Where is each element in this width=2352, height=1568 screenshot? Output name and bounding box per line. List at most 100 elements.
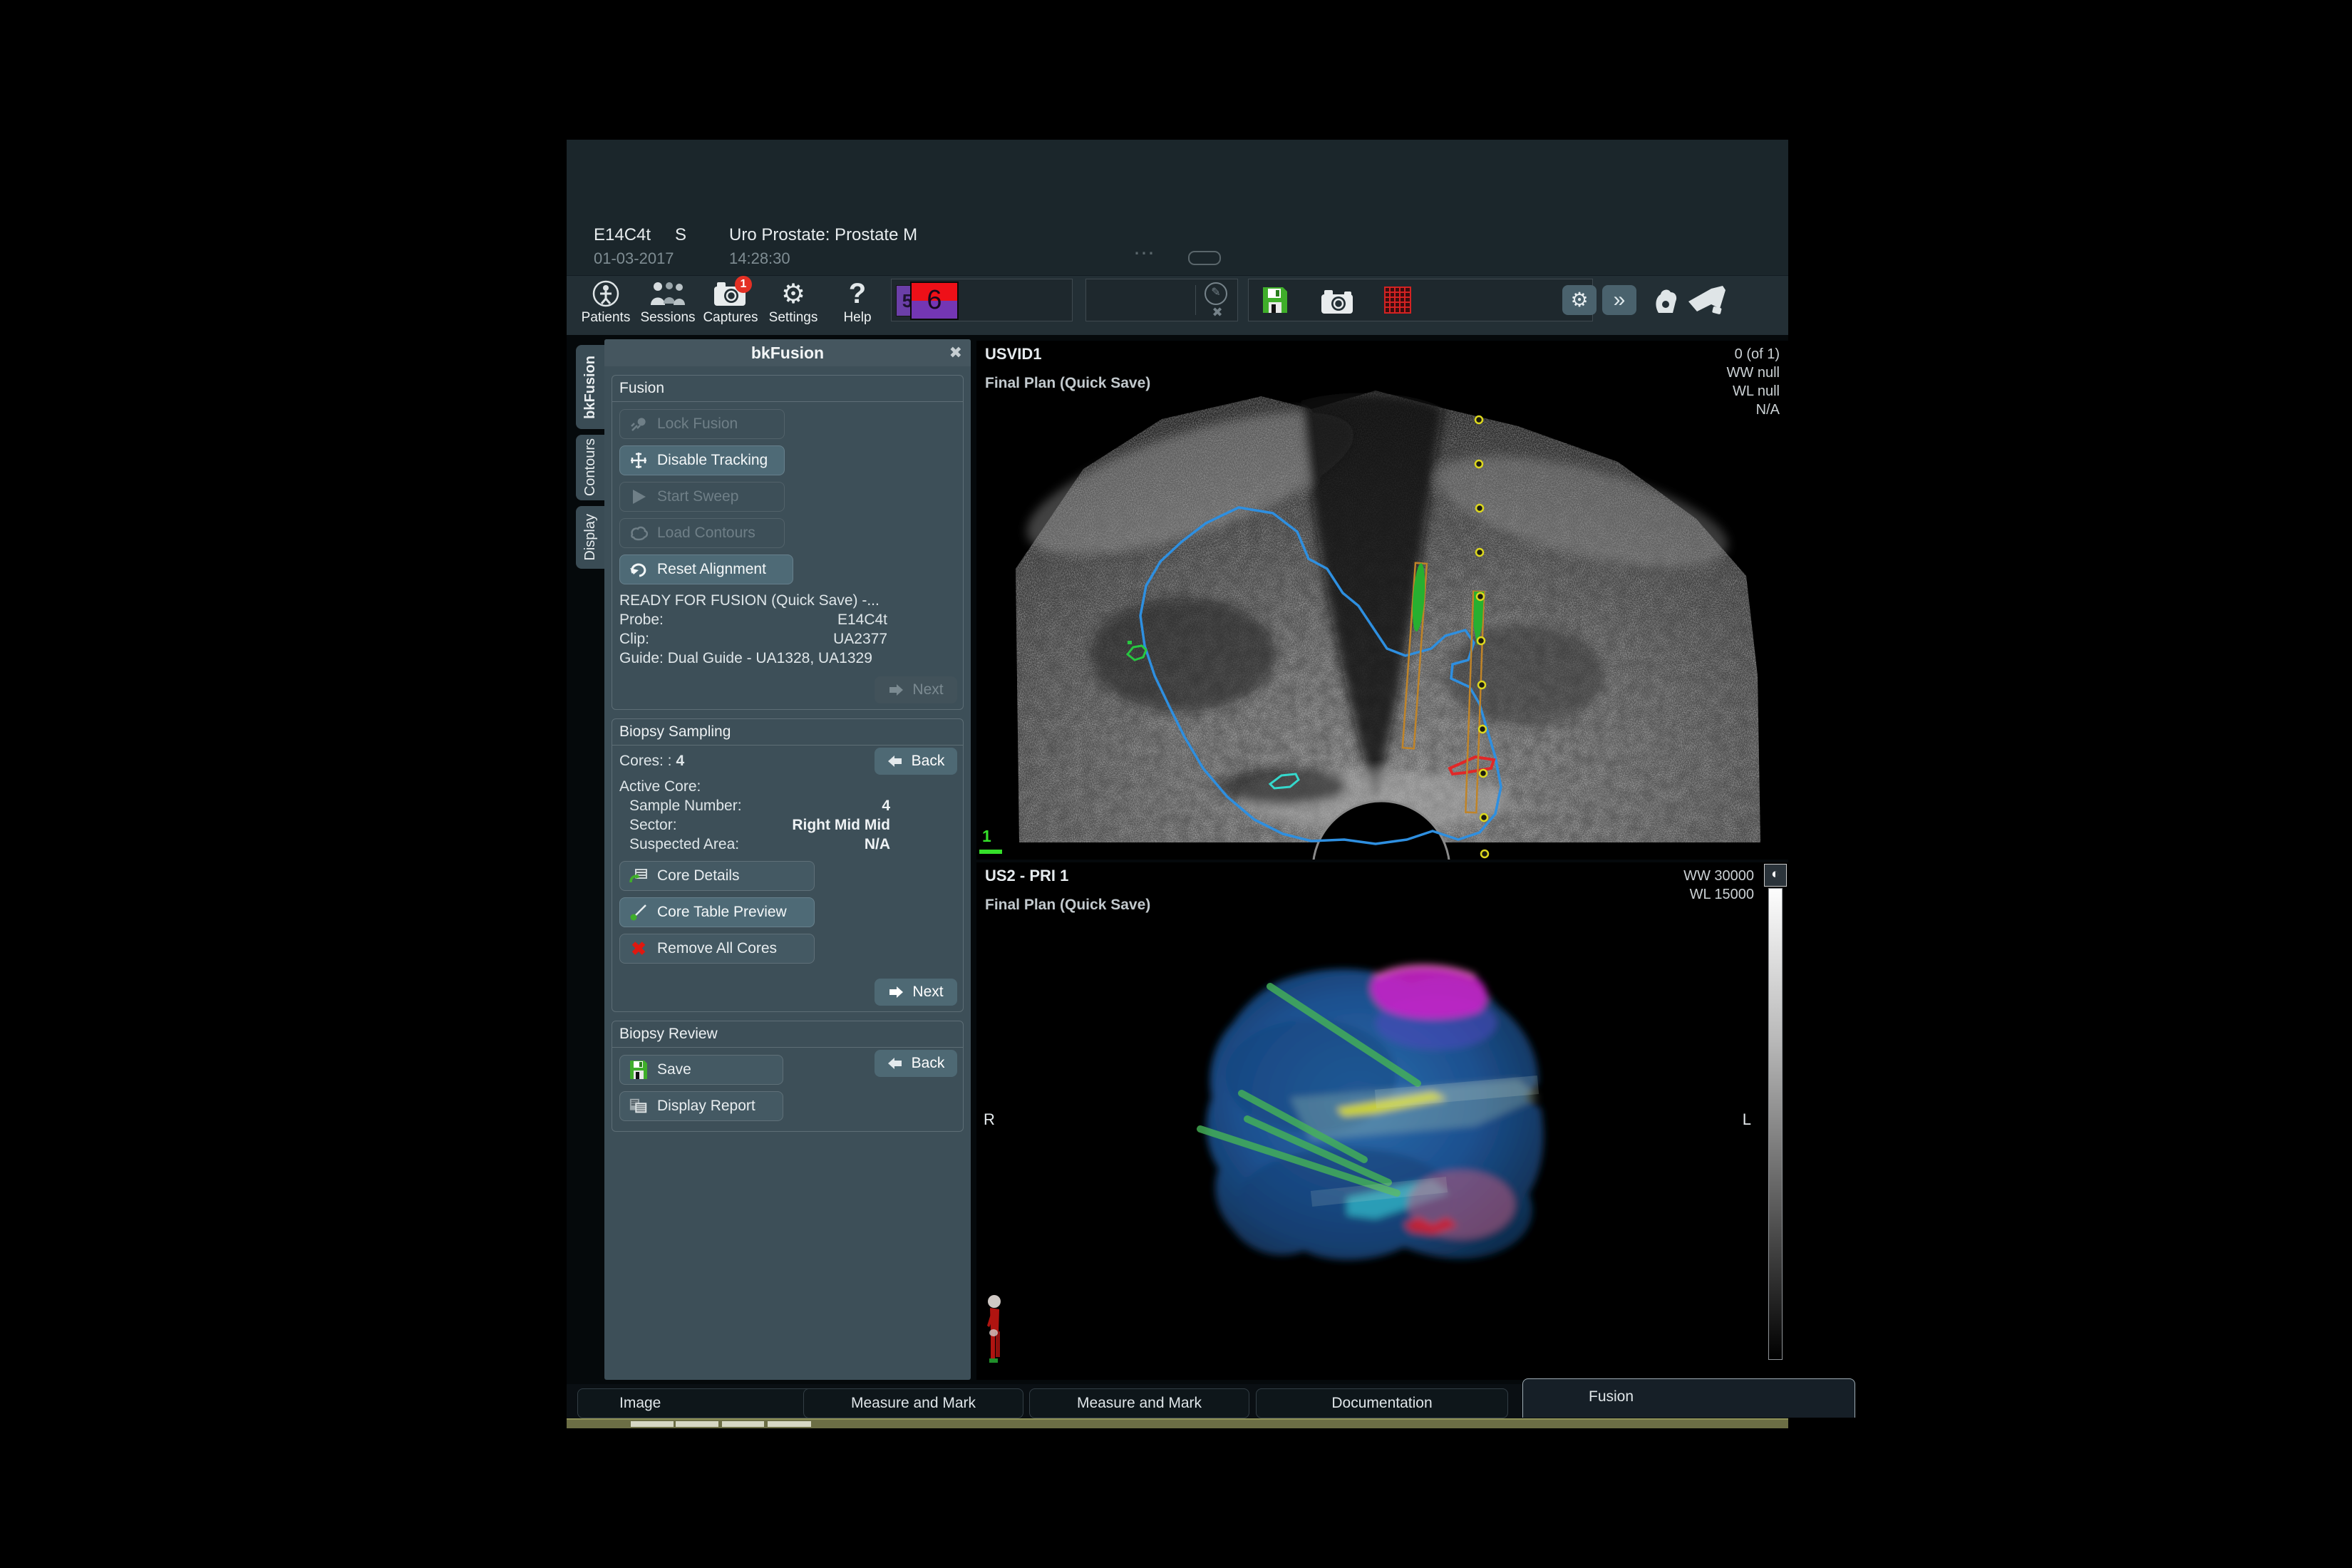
pane-id: USVID1 — [985, 345, 1041, 363]
undo-icon — [629, 561, 649, 578]
close-icon[interactable]: ✖ — [949, 339, 962, 366]
load-contours-button[interactable]: Load Contours — [619, 518, 785, 548]
hand-icon[interactable] — [1651, 286, 1680, 319]
divider — [1195, 285, 1196, 315]
patient-orientation-figure — [982, 1293, 1011, 1371]
window-level: WL 15000 — [1683, 885, 1754, 904]
more-tools-button[interactable]: » — [1602, 285, 1636, 315]
window-width: WW null — [1727, 363, 1780, 382]
exam-date: 01-03-2017 — [594, 249, 674, 268]
gear-icon: ⚙ — [762, 277, 825, 310]
captures-label: Captures — [699, 310, 762, 326]
captures-camera-icon: 1 — [699, 277, 762, 310]
help-button[interactable]: ? Help — [826, 277, 889, 334]
core-details-button[interactable]: Core Details — [619, 861, 815, 891]
disable-tracking-button[interactable]: Disable Tracking — [619, 445, 785, 475]
biopsy-review-title: Biopsy Review — [612, 1026, 963, 1048]
app-window: E14C4t S Uro Prostate: Prostate M 01-03-… — [567, 140, 1788, 1427]
toolbar: Patients Sessions — [567, 275, 1788, 336]
save-clip-icon[interactable] — [1262, 286, 1289, 318]
remove-all-cores-button[interactable]: ✖ Remove All Cores — [619, 934, 815, 964]
patients-button[interactable]: Patients — [574, 277, 637, 334]
ultrasound-viewport-3d[interactable]: US2 - PRI 1 Final Plan (Quick Save) WW 3… — [976, 862, 1788, 1380]
sector-row: Sector: Right Mid Mid — [619, 815, 890, 835]
clip-value: UA2377 — [833, 629, 887, 649]
side-tab-display[interactable]: Display — [576, 506, 604, 569]
tab-measure-and-mark-1[interactable]: Measure and Mark — [803, 1388, 1023, 1418]
probe-value: E14C4t — [837, 610, 887, 629]
cine-marker: 1 — [982, 827, 991, 846]
button-label: Back — [912, 1055, 945, 1072]
image-settings-button[interactable]: ⚙ — [1562, 285, 1597, 315]
pane-status-labels: 0 (of 1) WW null WL null N/A — [1727, 345, 1780, 419]
pane-status-labels: WW 30000 WL 15000 — [1683, 867, 1754, 904]
tab-fusion[interactable]: Fusion — [1522, 1378, 1855, 1418]
pin-icon — [629, 415, 649, 433]
strip-segment — [676, 1421, 718, 1427]
plan-label: Final Plan (Quick Save) — [985, 897, 1150, 914]
patient-status: S — [675, 225, 686, 245]
tab-documentation[interactable]: Documentation — [1256, 1388, 1508, 1418]
sample-number-row: Sample Number: 4 — [619, 796, 890, 815]
settings-button[interactable]: ⚙ Settings — [762, 277, 825, 334]
ultrasound-fan-image — [976, 341, 1788, 860]
frame-counter: 0 (of 1) — [1727, 345, 1780, 363]
window-width: WW 30000 — [1683, 867, 1754, 885]
core-table-preview-button[interactable]: Core Table Preview — [619, 897, 815, 927]
tab-measure-and-mark-2[interactable]: Measure and Mark — [1029, 1388, 1249, 1418]
reset-alignment-button[interactable]: Reset Alignment — [619, 555, 793, 584]
save-button[interactable]: Save — [619, 1055, 783, 1085]
probe-tile-6[interactable]: 6 — [910, 282, 959, 320]
fusion-status: READY FOR FUSION (Quick Save) -... Probe… — [619, 591, 887, 668]
button-label: Reset Alignment — [657, 561, 766, 578]
active-core-label: Active Core: — [619, 777, 956, 796]
capture-image-icon[interactable] — [1320, 288, 1356, 319]
clear-annotation-icon[interactable]: ✖ — [1207, 305, 1227, 320]
side-tab-bkfusion[interactable]: bkFusion — [576, 345, 604, 429]
panel-header: bkFusion ✖ — [604, 339, 971, 366]
button-label: Core Details — [657, 867, 740, 884]
strip-segment — [768, 1421, 811, 1427]
biopsy-review-back-button[interactable]: Back — [875, 1050, 957, 1077]
start-sweep-button[interactable]: Start Sweep — [619, 482, 785, 512]
biopsy-review-section: Biopsy Review Save — [612, 1021, 964, 1132]
strip-segment — [631, 1421, 674, 1427]
contour-icon — [629, 525, 649, 542]
gear-icon: ⚙ — [1570, 289, 1588, 311]
tab-image[interactable]: Image — [577, 1388, 838, 1418]
header-dots-icon: ⋯ — [1133, 241, 1158, 266]
bottom-tab-bar: Image Measure and Mark Measure and Mark … — [567, 1384, 1788, 1418]
grayscale-bar[interactable] — [1768, 888, 1783, 1360]
ultrasound-viewport-top[interactable]: USVID1 Final Plan (Quick Save) 0 (of 1) … — [976, 341, 1788, 860]
display-report-button[interactable]: Display Report — [619, 1091, 783, 1121]
probe-label: Probe: — [619, 610, 664, 629]
sessions-button[interactable]: Sessions — [636, 277, 699, 334]
biopsy-sampling-next-button[interactable]: Next — [875, 979, 957, 1006]
guide-line: Guide: Dual Guide - UA1328, UA1329 — [619, 649, 887, 668]
fusion-next-button[interactable]: Next — [875, 676, 957, 703]
patients-icon — [574, 277, 637, 310]
biopsy-sampling-back-button[interactable]: Back — [875, 748, 957, 775]
megaphone-icon[interactable] — [1687, 284, 1727, 321]
fusion-section-title: Fusion — [612, 380, 963, 402]
help-icon: ? — [826, 277, 889, 310]
biopsy-sampling-title: Biopsy Sampling — [612, 723, 963, 746]
lock-fusion-button[interactable]: Lock Fusion — [619, 409, 785, 439]
arrow-left-icon — [887, 1057, 903, 1070]
main-content: bkFusion Contours Display bkFusion ✖ Fus… — [567, 335, 1788, 1384]
plan-label: Final Plan (Quick Save) — [985, 375, 1150, 392]
remove-icon: ✖ — [629, 938, 649, 960]
annotation-field: ✎ ✖ — [1085, 279, 1238, 321]
biopsy-grid-icon[interactable] — [1384, 287, 1411, 317]
patients-label: Patients — [574, 310, 637, 326]
patient-header: E14C4t S Uro Prostate: Prostate M 01-03-… — [567, 140, 1788, 275]
arrow-right-icon — [888, 684, 904, 696]
edit-annotation-icon[interactable]: ✎ — [1205, 282, 1227, 305]
captures-button[interactable]: 1 Captures — [699, 277, 762, 334]
side-tab-contours[interactable]: Contours — [576, 435, 604, 500]
arrow-left-icon — [887, 755, 903, 768]
window-level-icon[interactable]: ◐ — [1764, 864, 1787, 887]
core-details-icon — [629, 867, 649, 884]
play-icon — [629, 488, 649, 505]
orientation-right-label: R — [984, 1110, 995, 1129]
